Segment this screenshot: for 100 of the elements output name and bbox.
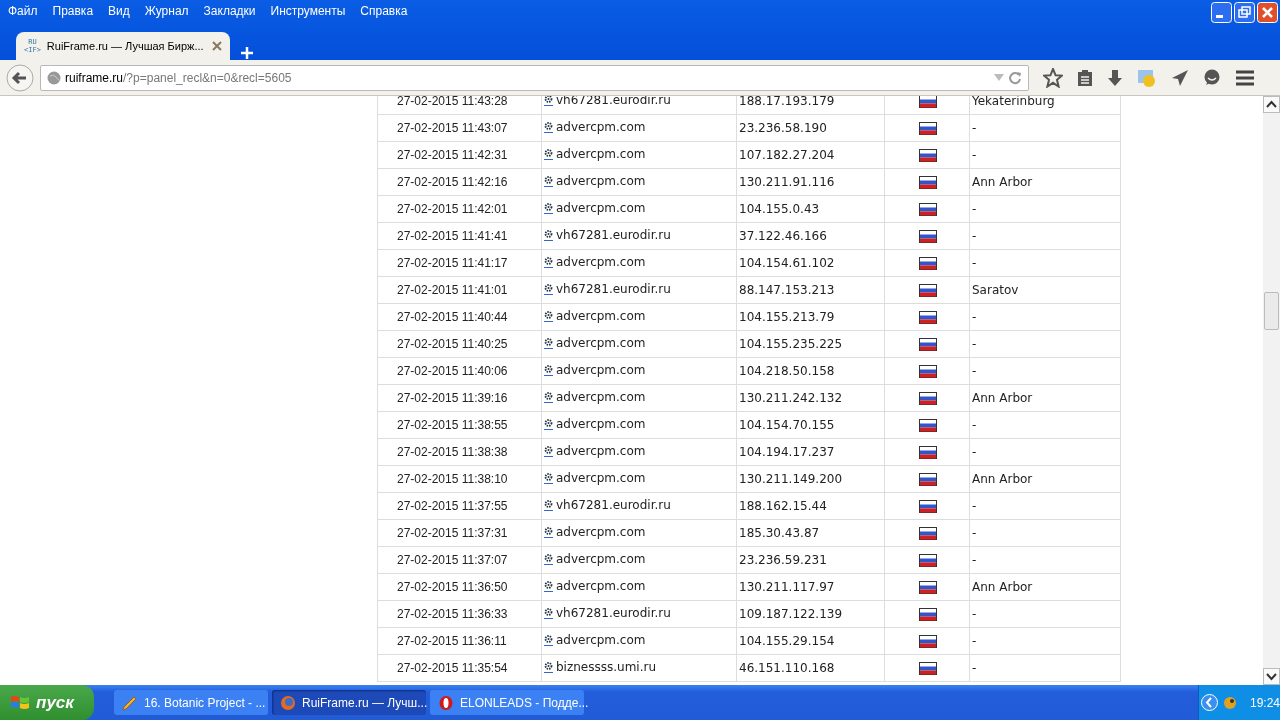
date-time-text: 27-02-2015 11:38:55 bbox=[397, 418, 508, 432]
date-time-text: 27-02-2015 11:36:11 bbox=[397, 634, 507, 648]
reading-list-icon[interactable] bbox=[1077, 68, 1093, 87]
site-link[interactable]: advercpm.com bbox=[556, 309, 646, 323]
site-link[interactable]: advercpm.com bbox=[556, 363, 646, 377]
menu-item[interactable]: Правка bbox=[52, 4, 103, 18]
city-text: - bbox=[972, 418, 977, 432]
date-time-text: 27-02-2015 11:43:28 bbox=[397, 96, 508, 108]
flag-icon bbox=[919, 661, 937, 675]
city-text: - bbox=[972, 229, 977, 243]
menu-item[interactable]: Инструменты bbox=[270, 4, 355, 18]
close-button[interactable] bbox=[1257, 2, 1278, 23]
link-gear-icon[interactable] bbox=[544, 310, 553, 322]
link-gear-icon[interactable] bbox=[544, 445, 553, 457]
flag-icon bbox=[919, 337, 937, 351]
start-button[interactable]: пуск bbox=[0, 685, 94, 720]
city-text: - bbox=[972, 607, 977, 621]
clock-text: 19:24 bbox=[1250, 695, 1280, 710]
city-text: - bbox=[972, 364, 977, 378]
menu-item[interactable]: Вид bbox=[108, 4, 139, 18]
chevron-left-icon[interactable] bbox=[1201, 694, 1218, 711]
link-gear-icon[interactable] bbox=[544, 634, 553, 646]
date-time-text: 27-02-2015 11:38:10 bbox=[397, 472, 508, 486]
city-text: - bbox=[972, 256, 977, 270]
date-time-text: 27-02-2015 11:38:38 bbox=[397, 445, 508, 459]
flag-icon bbox=[919, 391, 937, 405]
new-tab-button[interactable] bbox=[240, 46, 254, 60]
site-link[interactable]: advercpm.com bbox=[556, 471, 646, 485]
link-gear-icon[interactable] bbox=[544, 526, 553, 538]
reload-icon[interactable] bbox=[1008, 70, 1022, 85]
site-link[interactable]: advercpm.com bbox=[556, 633, 646, 647]
site-link[interactable]: advercpm.com bbox=[556, 336, 646, 350]
ip-address-text: 104.154.61.102 bbox=[739, 256, 835, 270]
site-link[interactable]: advercpm.com bbox=[556, 390, 646, 404]
menu-item[interactable]: Файл bbox=[8, 4, 47, 18]
site-link[interactable]: vh67281.eurodir.ru bbox=[556, 498, 671, 512]
link-gear-icon[interactable] bbox=[544, 661, 553, 673]
taskbar-button[interactable]: 16. Botanic Project - ... bbox=[114, 690, 268, 715]
site-link[interactable]: biznessss.umi.ru bbox=[556, 660, 657, 674]
menu-item[interactable]: Справка bbox=[360, 4, 417, 18]
date-time-text: 27-02-2015 11:37:07 bbox=[397, 553, 508, 567]
site-link[interactable]: advercpm.com bbox=[556, 525, 646, 539]
menu-item[interactable]: Закладки bbox=[203, 4, 265, 18]
link-gear-icon[interactable] bbox=[544, 337, 553, 349]
link-gear-icon[interactable] bbox=[544, 202, 553, 214]
link-gear-icon[interactable] bbox=[544, 229, 553, 241]
link-gear-icon[interactable] bbox=[544, 391, 553, 403]
ip-address-text: 88.147.153.213 bbox=[739, 283, 835, 297]
city-text: - bbox=[972, 634, 977, 648]
link-gear-icon[interactable] bbox=[544, 96, 553, 106]
flag-icon bbox=[919, 553, 937, 567]
menu-icon[interactable] bbox=[1235, 68, 1255, 87]
city-text: Saratov bbox=[972, 283, 1019, 297]
link-gear-icon[interactable] bbox=[544, 121, 553, 133]
site-link[interactable]: advercpm.com bbox=[556, 552, 646, 566]
city-text: - bbox=[972, 337, 977, 351]
link-gear-icon[interactable] bbox=[544, 607, 553, 619]
scrollbar-thumb[interactable] bbox=[1264, 291, 1279, 330]
site-link[interactable]: advercpm.com bbox=[556, 120, 646, 134]
site-link[interactable]: advercpm.com bbox=[556, 201, 646, 215]
site-link[interactable]: vh67281.eurodir.ru bbox=[556, 228, 671, 242]
link-gear-icon[interactable] bbox=[544, 148, 553, 160]
paper-plane-icon[interactable] bbox=[1171, 68, 1189, 87]
link-gear-icon[interactable] bbox=[544, 175, 553, 187]
city-text: - bbox=[972, 499, 977, 513]
chat-smiley-icon[interactable] bbox=[1203, 68, 1221, 87]
ip-address-text: 188.162.15.44 bbox=[739, 499, 827, 513]
minimize-button[interactable] bbox=[1211, 2, 1232, 23]
link-gear-icon[interactable] bbox=[544, 256, 553, 268]
site-link[interactable]: vh67281.eurodir.ru bbox=[556, 282, 671, 296]
site-link[interactable]: advercpm.com bbox=[556, 147, 646, 161]
site-link[interactable]: advercpm.com bbox=[556, 255, 646, 269]
link-gear-icon[interactable] bbox=[544, 580, 553, 592]
site-link[interactable]: advercpm.com bbox=[556, 417, 646, 431]
taskbar-button[interactable]: RuiFrame.ru — Лучш... bbox=[272, 690, 426, 715]
link-gear-icon[interactable] bbox=[544, 364, 553, 376]
download-icon[interactable] bbox=[1107, 68, 1123, 87]
site-link[interactable]: vh67281.eurodir.ru bbox=[556, 606, 671, 620]
star-icon[interactable] bbox=[1043, 67, 1063, 88]
date-time-text: 27-02-2015 11:40:06 bbox=[397, 364, 508, 378]
restore-button[interactable] bbox=[1234, 2, 1255, 23]
link-gear-icon[interactable] bbox=[544, 418, 553, 430]
flag-icon bbox=[919, 526, 937, 540]
site-link[interactable]: advercpm.com bbox=[556, 444, 646, 458]
flag-icon bbox=[919, 607, 937, 621]
date-time-text: 27-02-2015 11:40:44 bbox=[397, 310, 508, 324]
link-gear-icon[interactable] bbox=[544, 472, 553, 484]
browser-globe-icon bbox=[280, 694, 296, 711]
link-gear-icon[interactable] bbox=[544, 553, 553, 565]
site-link[interactable]: advercpm.com bbox=[556, 579, 646, 593]
link-gear-icon[interactable] bbox=[544, 499, 553, 511]
link-gear-icon[interactable] bbox=[544, 283, 553, 295]
menu-item[interactable]: Журнал bbox=[144, 4, 198, 18]
vertical-scrollbar[interactable] bbox=[1263, 96, 1280, 685]
ip-address-text: 104.194.17.237 bbox=[739, 445, 835, 459]
close-icon[interactable] bbox=[212, 41, 222, 51]
site-link[interactable]: advercpm.com bbox=[556, 174, 646, 188]
back-button[interactable] bbox=[6, 63, 34, 92]
ip-address-text: 130.211.242.132 bbox=[739, 391, 843, 405]
address-bar[interactable]: ruiframe.ru/?p=panel_recl&n=0&recl=5605 bbox=[40, 64, 1029, 91]
